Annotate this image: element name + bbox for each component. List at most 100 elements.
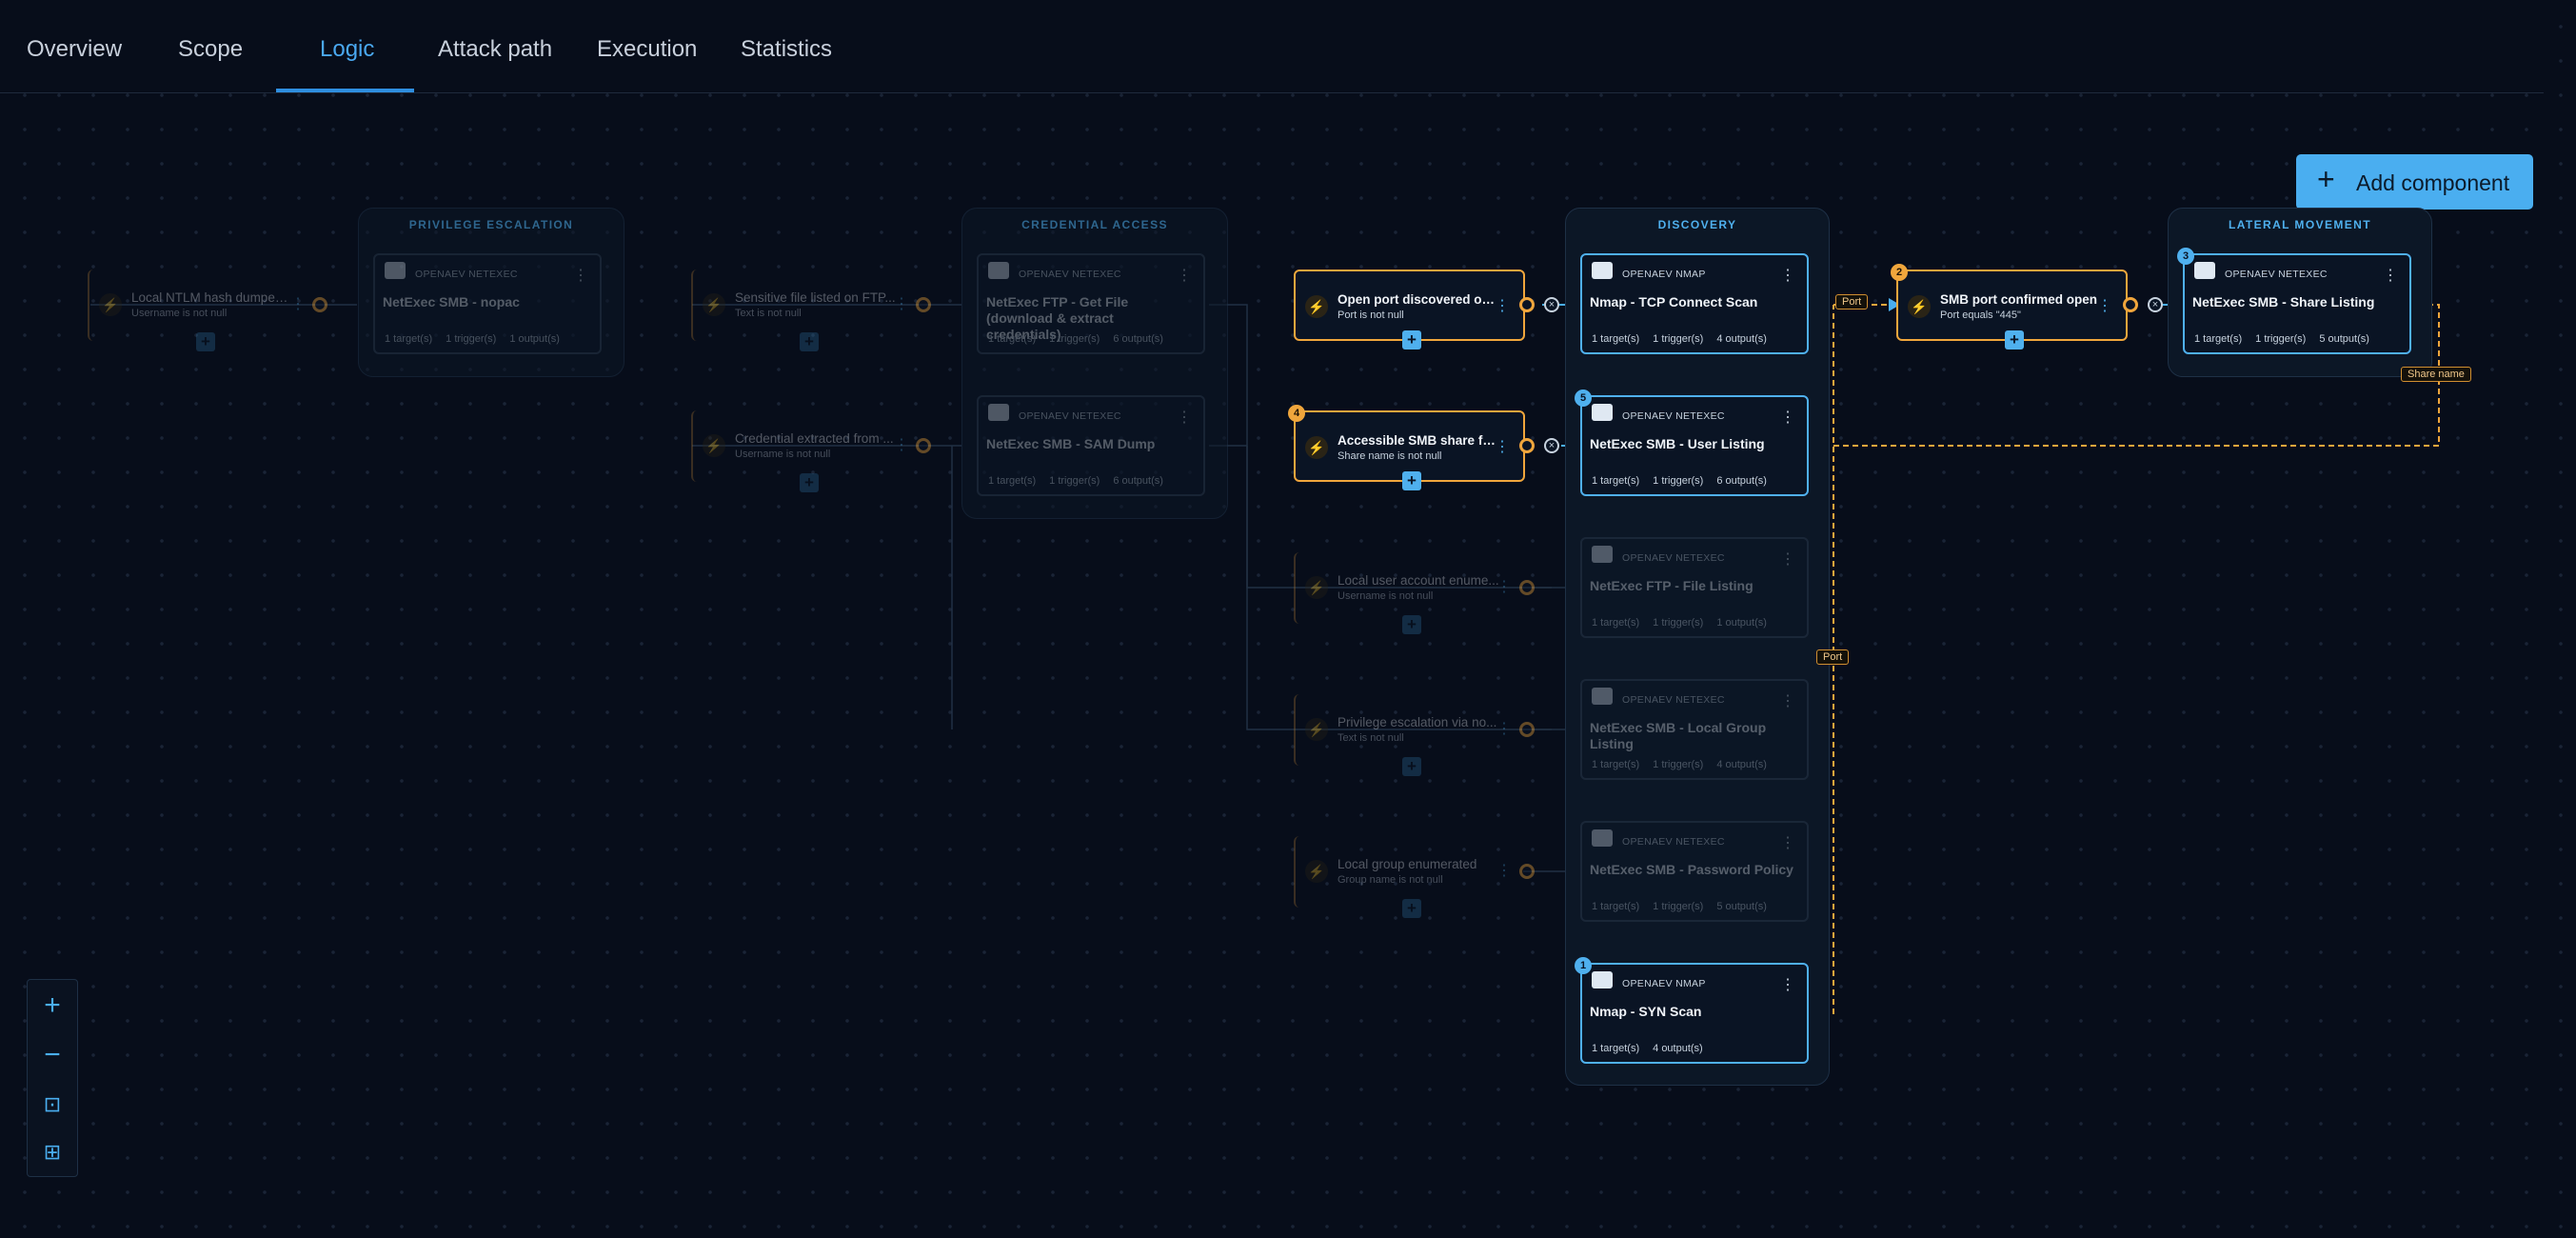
kebab-icon[interactable]: ⋮ <box>1177 266 1192 285</box>
condition-open-port[interactable]: ⚡ Open port discovered on p... Port is n… <box>1294 270 1525 349</box>
edge-label-share-name: Share name <box>2401 367 2471 382</box>
add-condition-button[interactable]: + <box>1402 757 1421 776</box>
tab-statistics[interactable]: Statistics <box>741 36 832 63</box>
kebab-icon[interactable]: ⋮ <box>1496 719 1512 738</box>
tab-execution[interactable]: Execution <box>597 36 697 63</box>
condition-output-handle[interactable] <box>1519 864 1535 879</box>
remove-link-icon[interactable]: × <box>1544 297 1559 312</box>
kebab-icon[interactable]: ⋮ <box>1780 691 1795 710</box>
tab-scope[interactable]: Scope <box>178 36 243 63</box>
add-condition-button[interactable]: + <box>1402 330 1421 349</box>
column-title: PRIVILEGE ESCALATION <box>408 218 574 231</box>
kebab-icon[interactable]: ⋮ <box>1780 408 1795 427</box>
condition-output-handle[interactable] <box>2123 297 2138 312</box>
step-badge: 2 <box>1891 264 1908 281</box>
condition-local-user[interactable]: ⚡ Local user account enume... Username i… <box>1294 552 1525 634</box>
tab-logic[interactable]: Logic <box>320 36 374 63</box>
netexec-logo-icon <box>385 262 406 279</box>
condition-output-handle[interactable] <box>1519 722 1535 737</box>
nmap-logo-icon <box>1592 971 1613 988</box>
action-node-share-listing[interactable]: 3 OPENAEV NETEXEC ⋮ NetExec SMB - Share … <box>2177 248 2411 354</box>
zoom-in-button[interactable]: + <box>28 982 77 1029</box>
kebab-icon[interactable]: ⋮ <box>894 294 909 313</box>
condition-credential-extracted[interactable]: ⚡ Credential extracted from ... Username… <box>691 410 922 492</box>
action-node-ftp-file-listing[interactable]: OPENAEV NETEXEC ⋮ NetExec FTP - File Lis… <box>1580 537 1809 638</box>
condition-ntlm-hash[interactable]: ⚡ Local NTLM hash dumped ... Username is… <box>88 270 319 351</box>
condition-output-handle[interactable] <box>1519 580 1535 595</box>
tab-overview[interactable]: Overview <box>27 36 122 63</box>
tab-attack-path[interactable]: Attack path <box>438 36 552 63</box>
edge-label-port: Port <box>1835 294 1869 310</box>
condition-smb-share[interactable]: 4 ⚡ Accessible SMB share found Share nam… <box>1288 405 1525 490</box>
bolt-icon: ⚡ <box>1305 295 1328 318</box>
netexec-logo-icon <box>1592 688 1613 705</box>
add-condition-button[interactable]: + <box>1402 899 1421 918</box>
kebab-icon[interactable]: ⋮ <box>573 266 588 285</box>
kebab-icon[interactable]: ⋮ <box>1496 577 1512 596</box>
bolt-icon: ⚡ <box>1305 860 1328 883</box>
column-title: LATERAL MOVEMENT <box>2229 218 2371 231</box>
bolt-icon: ⚡ <box>703 434 725 457</box>
kebab-icon[interactable]: ⋮ <box>1495 296 1510 315</box>
active-tab-indicator <box>276 89 414 92</box>
plus-icon: + <box>44 989 61 1021</box>
step-badge: 3 <box>2177 248 2194 265</box>
netexec-logo-icon <box>1592 404 1613 421</box>
kebab-icon[interactable]: ⋮ <box>2383 266 2398 285</box>
add-component-button[interactable]: + Add component <box>2296 154 2533 210</box>
condition-ftp-file[interactable]: ⚡ Sensitive file listed on FTP... Text i… <box>691 270 922 351</box>
connection-wires <box>90 298 2440 1015</box>
trigger-count: 1 trigger(s) <box>446 333 497 345</box>
action-node-ftp-get-file[interactable]: OPENAEV NETEXEC ⋮ NetExec FTP - Get File… <box>977 253 1205 354</box>
fit-view-button[interactable]: ⊡ <box>28 1081 77 1128</box>
action-node-user-listing[interactable]: 5 OPENAEV NETEXEC ⋮ NetExec SMB - User L… <box>1575 389 1809 496</box>
kebab-icon[interactable]: ⋮ <box>1496 861 1512 880</box>
action-node-password-policy[interactable]: OPENAEV NETEXEC ⋮ NetExec SMB - Password… <box>1580 821 1809 922</box>
action-node-syn-scan[interactable]: 1 OPENAEV NMAP ⋮ Nmap - SYN Scan 1 targe… <box>1575 957 1809 1064</box>
zoom-out-button[interactable]: − <box>28 1031 77 1079</box>
action-node-nopac[interactable]: OPENAEV NETEXEC ⋮ NetExec SMB - nopac 1 … <box>373 253 602 354</box>
condition-group[interactable]: ⚡ Local group enumerated Group name is n… <box>1294 836 1525 918</box>
kebab-icon[interactable]: ⋮ <box>894 435 909 454</box>
auto-layout-button[interactable]: ⊞ <box>28 1128 77 1176</box>
add-condition-button[interactable]: + <box>800 473 819 492</box>
step-badge: 4 <box>1288 405 1305 422</box>
condition-output-handle[interactable] <box>1519 297 1535 312</box>
add-condition-button[interactable]: + <box>800 332 819 351</box>
column-title: DISCOVERY <box>1657 218 1737 231</box>
condition-privesc[interactable]: ⚡ Privilege escalation via no... Text is… <box>1294 694 1525 776</box>
add-condition-button[interactable]: + <box>2005 330 2024 349</box>
condition-output-handle[interactable] <box>916 438 931 453</box>
kebab-icon[interactable]: ⋮ <box>2097 296 2112 315</box>
remove-link-icon[interactable]: × <box>2148 297 2163 312</box>
condition-output-handle[interactable] <box>1519 438 1535 453</box>
add-condition-button[interactable]: + <box>1402 471 1421 490</box>
add-condition-button[interactable]: + <box>1402 615 1421 634</box>
condition-output-handle[interactable] <box>312 297 327 312</box>
kebab-icon[interactable]: ⋮ <box>1780 833 1795 852</box>
fit-view-icon: ⊡ <box>43 1092 62 1116</box>
netexec-logo-icon <box>1592 546 1613 563</box>
add-condition-button[interactable]: + <box>196 332 215 351</box>
action-node-local-group-listing[interactable]: OPENAEV NETEXEC ⋮ NetExec SMB - Local Gr… <box>1580 679 1809 780</box>
output-count: 1 output(s) <box>509 333 560 345</box>
target-count: 1 target(s) <box>385 333 433 345</box>
kebab-icon[interactable]: ⋮ <box>1780 549 1795 569</box>
condition-output-handle[interactable] <box>916 297 931 312</box>
minus-icon: − <box>44 1039 61 1070</box>
logic-canvas[interactable]: Overview Scope Logic Attack path Executi… <box>0 0 2576 1238</box>
column-title: CREDENTIAL ACCESS <box>1021 218 1168 231</box>
remove-link-icon[interactable]: × <box>1544 438 1559 453</box>
kebab-icon[interactable]: ⋮ <box>1495 437 1510 456</box>
kebab-icon[interactable]: ⋮ <box>1177 408 1192 427</box>
kebab-icon[interactable]: ⋮ <box>290 294 306 313</box>
kebab-icon[interactable]: ⋮ <box>1780 266 1795 285</box>
action-node-sam-dump[interactable]: OPENAEV NETEXEC ⋮ NetExec SMB - SAM Dump… <box>977 395 1205 496</box>
layout-icon: ⊞ <box>43 1140 62 1164</box>
bolt-icon: ⚡ <box>1305 576 1328 599</box>
kebab-icon[interactable]: ⋮ <box>1780 975 1795 994</box>
edge-label-port: Port <box>1816 649 1850 665</box>
action-node-tcp-connect-scan[interactable]: OPENAEV NMAP ⋮ Nmap - TCP Connect Scan 1… <box>1580 253 1809 354</box>
bolt-icon: ⚡ <box>1305 718 1328 741</box>
condition-smb-port[interactable]: 2 ⚡ SMB port confirmed open Port equals … <box>1891 264 2128 349</box>
